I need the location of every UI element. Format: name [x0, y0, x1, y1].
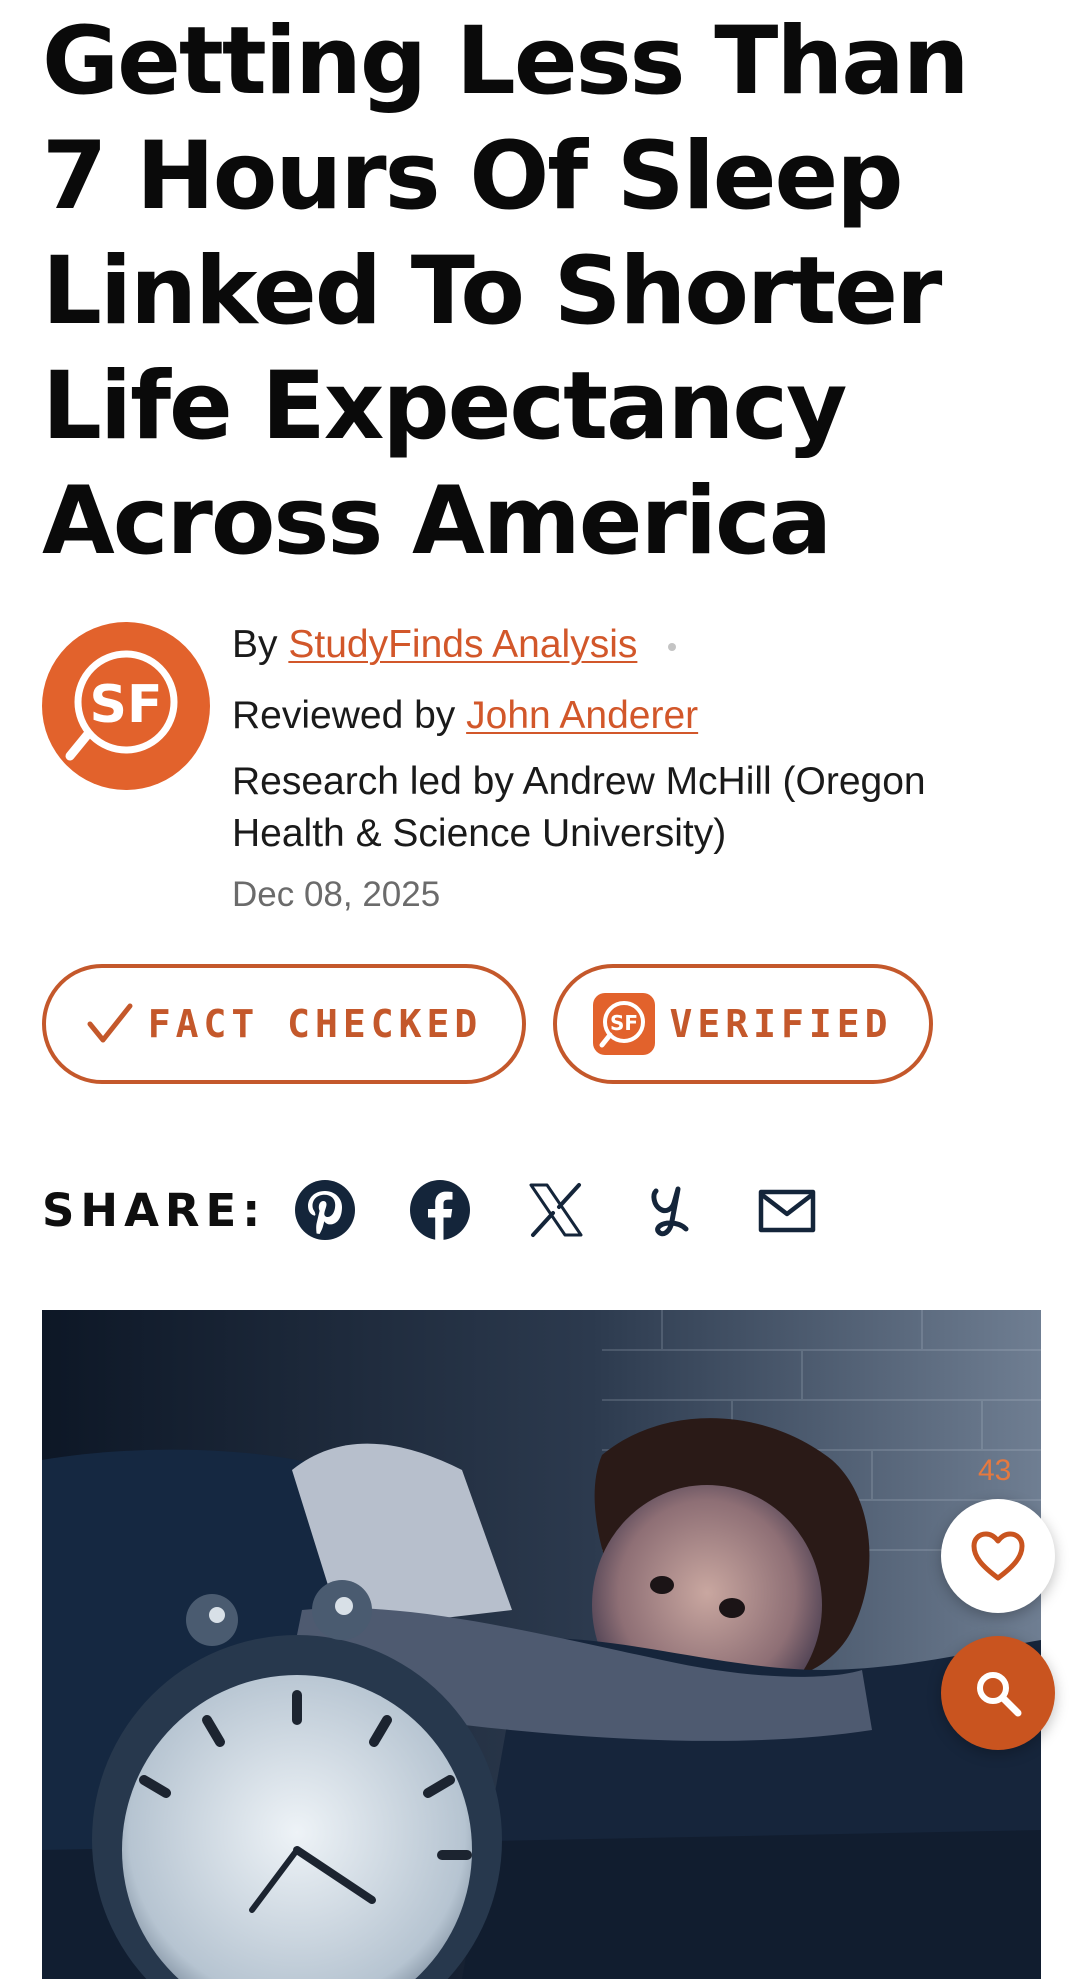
- share-bar: SHARE:: [42, 1170, 1042, 1250]
- share-label: SHARE:: [42, 1184, 267, 1237]
- studyfinds-logo: SF: [42, 622, 210, 790]
- like-button[interactable]: [941, 1499, 1055, 1613]
- article-title: Getting Less Than 7 Hours Of Sleep Linke…: [42, 7, 970, 576]
- checkmark-icon: [87, 1003, 133, 1043]
- pinterest-icon[interactable]: [294, 1179, 356, 1241]
- article-hero-image: [42, 1310, 1041, 1979]
- separator-dot: [668, 642, 677, 651]
- research-credit: Research led by Andrew McHill (Oregon He…: [232, 760, 926, 855]
- by-prefix: By: [232, 623, 278, 666]
- search-button[interactable]: [941, 1636, 1055, 1750]
- heart-icon: [971, 1531, 1025, 1581]
- svg-text:SF: SF: [610, 1011, 638, 1035]
- author-block: SF By StudyFinds Analysis Reviewed by Jo…: [42, 620, 1042, 920]
- fact-checked-label: FACT CHECKED: [147, 1002, 483, 1046]
- reviewer-link[interactable]: John Anderer: [466, 694, 698, 737]
- reviewed-prefix: Reviewed by: [232, 694, 456, 737]
- logo-text: SF: [90, 675, 163, 735]
- facebook-icon[interactable]: [409, 1179, 471, 1241]
- byline: By StudyFinds Analysis Reviewed by John …: [232, 620, 1032, 741]
- verified-badge[interactable]: SF VERIFIED: [553, 964, 933, 1084]
- verified-label: VERIFIED: [669, 1002, 893, 1046]
- email-icon[interactable]: [756, 1179, 818, 1241]
- like-count: 43: [978, 1454, 1012, 1487]
- fact-checked-badge[interactable]: FACT CHECKED: [42, 964, 526, 1084]
- sf-verified-icon: SF: [593, 993, 656, 1055]
- yummly-icon[interactable]: [640, 1179, 702, 1241]
- author-link[interactable]: StudyFinds Analysis: [288, 623, 637, 666]
- search-icon: [977, 1672, 1022, 1717]
- x-icon[interactable]: [525, 1179, 587, 1241]
- publish-date: Dec 08, 2025: [232, 875, 441, 914]
